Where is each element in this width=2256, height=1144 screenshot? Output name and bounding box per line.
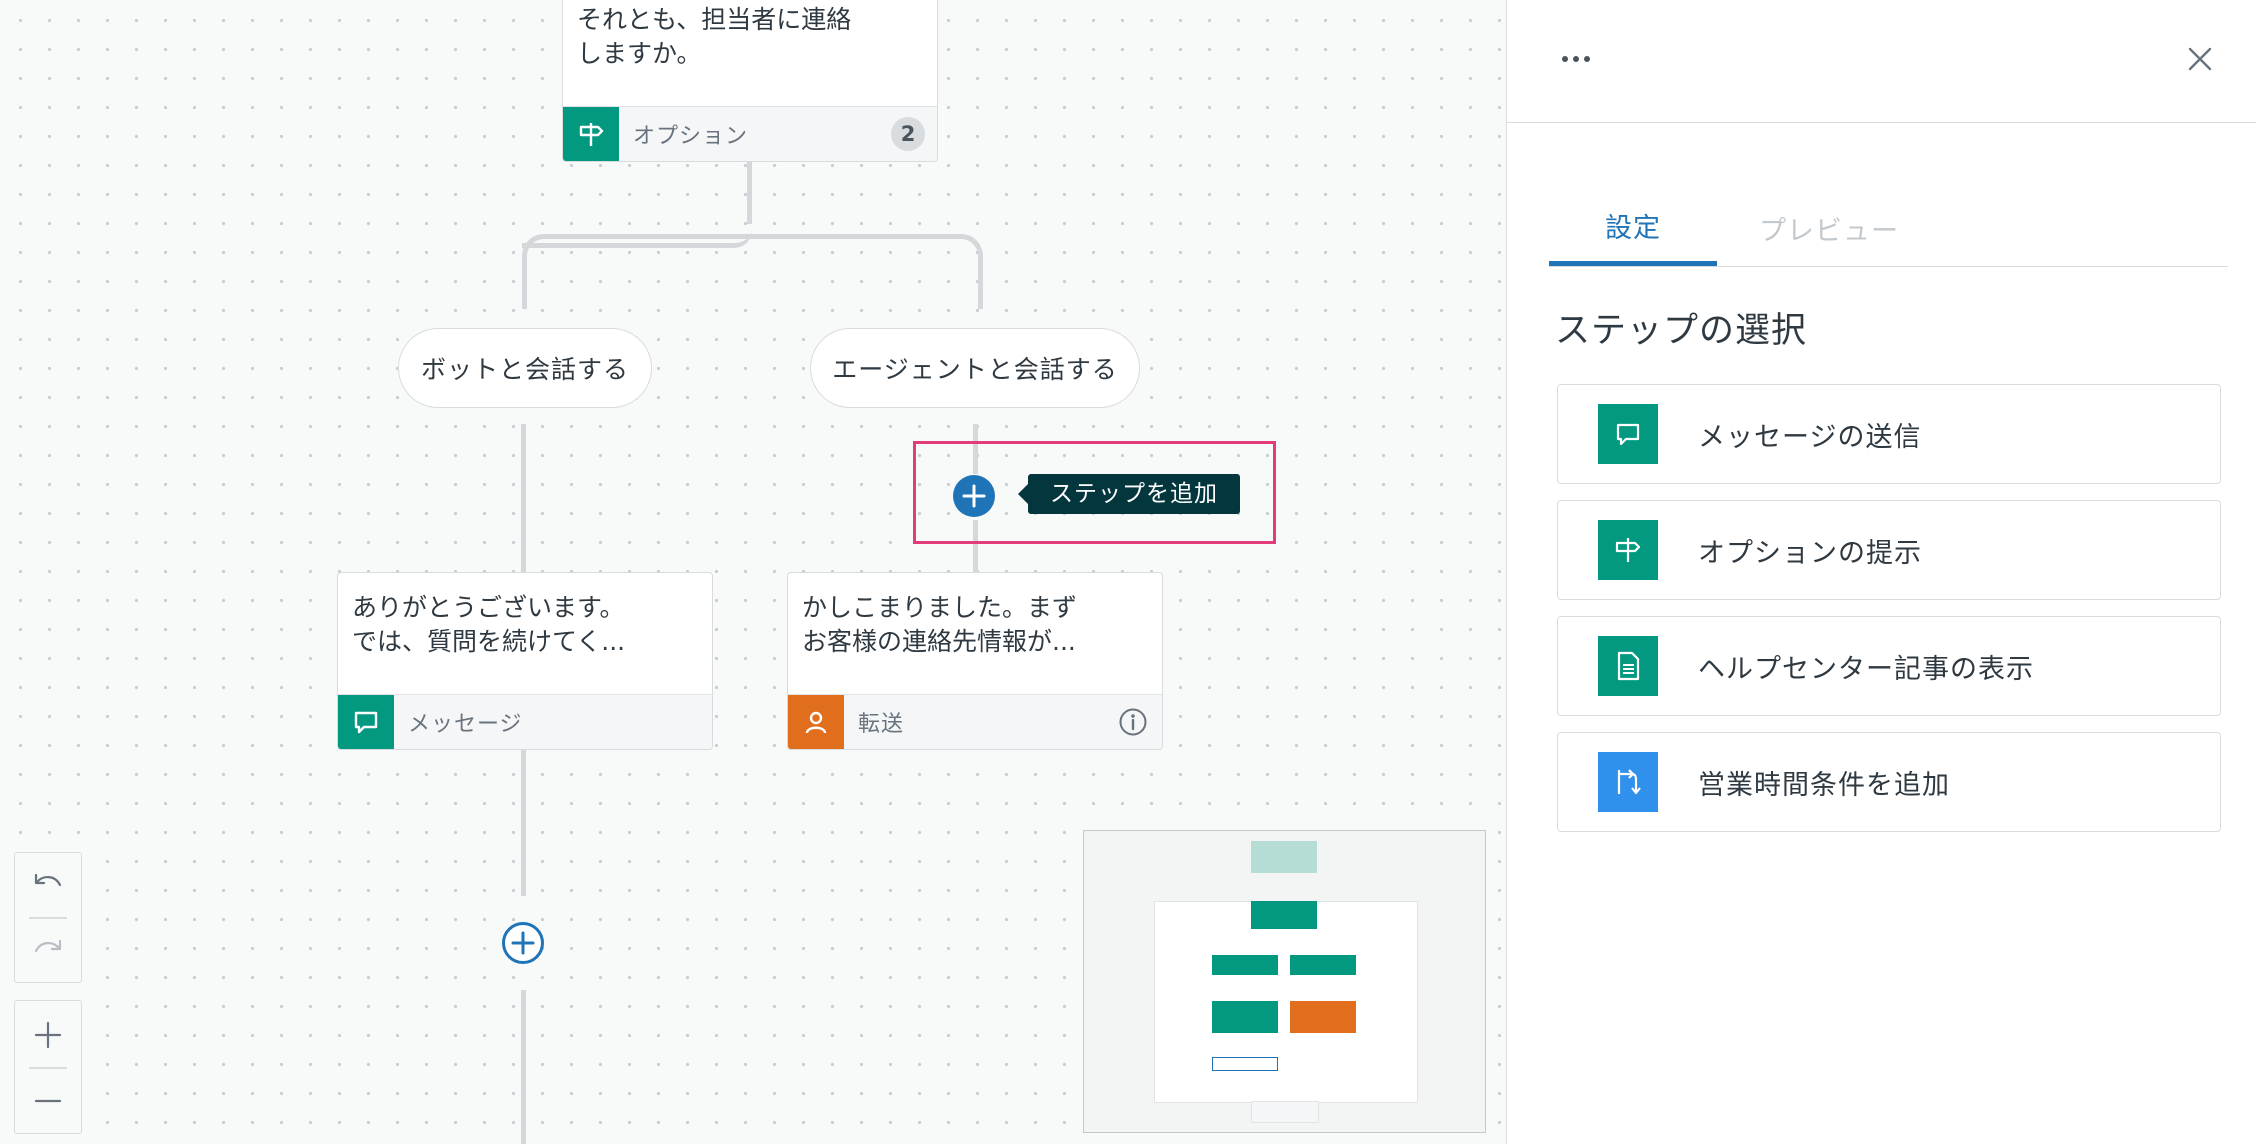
minimap-node bbox=[1212, 955, 1278, 975]
signpost-icon bbox=[1598, 520, 1658, 580]
minimap-node bbox=[1290, 955, 1356, 975]
side-panel: 設定 プレビュー ステップの選択 メッセージの送信 オプションの提示 ヘルプセン… bbox=[1506, 0, 2256, 1144]
minimap-node bbox=[1212, 1001, 1278, 1033]
panel-tabs: 設定 プレビュー bbox=[1549, 190, 2228, 267]
options-step-card[interactable]: それとも、担当者に連絡 しますか。 オプション 2 bbox=[562, 0, 938, 162]
branch-option-agent[interactable]: エージェントと会話する bbox=[810, 328, 1140, 408]
minimap-node bbox=[1290, 1001, 1356, 1033]
person-icon bbox=[788, 695, 844, 749]
signpost-icon bbox=[563, 107, 619, 161]
undo-icon bbox=[34, 873, 62, 887]
flow-canvas[interactable]: それとも、担当者に連絡 しますか。 オプション 2 ボットと会話する エージェン… bbox=[0, 0, 1506, 1144]
step-footer: オプション 2 bbox=[563, 106, 937, 161]
minus-icon bbox=[34, 1099, 62, 1103]
divider bbox=[29, 917, 67, 919]
add-step-tooltip: ステップを追加 bbox=[1018, 474, 1240, 514]
option-label: 営業時間条件を追加 bbox=[1698, 769, 1950, 801]
step-message-text: ありがとうございます。 では、質問を続けてく... bbox=[352, 593, 626, 656]
message-icon bbox=[1598, 404, 1658, 464]
option-business-hours[interactable]: 営業時間条件を追加 bbox=[1557, 732, 2221, 832]
message-step-card[interactable]: ありがとうございます。 では、質問を続けてく... メッセージ bbox=[337, 572, 713, 750]
divider bbox=[29, 1067, 67, 1069]
add-step-button-bottom[interactable] bbox=[502, 922, 544, 964]
redo-icon bbox=[34, 939, 62, 953]
step-message-text: それとも、担当者に連絡 しますか。 bbox=[577, 5, 852, 68]
plus-icon bbox=[962, 484, 986, 508]
plus-icon bbox=[511, 931, 535, 955]
section-title: ステップの選択 bbox=[1555, 311, 1808, 351]
step-type-label: オプション bbox=[633, 124, 749, 149]
connector bbox=[522, 234, 757, 309]
minimap-viewport bbox=[1154, 901, 1418, 1103]
option-label: オプションの提示 bbox=[1698, 537, 1922, 569]
more-icon[interactable] bbox=[1559, 48, 1593, 70]
panel-header bbox=[1507, 0, 2256, 123]
zoom-in-button[interactable] bbox=[15, 1009, 81, 1061]
transfer-step-card[interactable]: かしこまりました。まず お客様の連絡先情報が... 転送 bbox=[787, 572, 1163, 750]
connector bbox=[747, 160, 752, 224]
message-icon bbox=[338, 695, 394, 749]
connector bbox=[521, 424, 526, 574]
minimap-node bbox=[1251, 841, 1317, 873]
option-help-center-article[interactable]: ヘルプセンター記事の表示 bbox=[1557, 616, 2221, 716]
step-footer: 転送 bbox=[788, 694, 1162, 749]
step-type-label: 転送 bbox=[858, 712, 905, 737]
zoom-out-button[interactable] bbox=[15, 1075, 81, 1127]
tab-settings[interactable]: 設定 bbox=[1549, 190, 1717, 266]
history-controls bbox=[14, 852, 82, 983]
redo-button[interactable] bbox=[15, 925, 81, 977]
option-label: ヘルプセンター記事の表示 bbox=[1698, 653, 2034, 685]
add-step-button[interactable] bbox=[953, 475, 995, 517]
document-icon bbox=[1598, 636, 1658, 696]
info-icon[interactable] bbox=[1118, 707, 1148, 737]
step-message-text: かしこまりました。まず お客様の連絡先情報が... bbox=[802, 593, 1078, 656]
undo-button[interactable] bbox=[15, 859, 81, 911]
plus-icon bbox=[34, 1021, 62, 1049]
step-type-label: メッセージ bbox=[408, 712, 523, 737]
option-present-options[interactable]: オプションの提示 bbox=[1557, 500, 2221, 600]
step-footer: メッセージ bbox=[338, 694, 712, 749]
minimap[interactable] bbox=[1083, 830, 1486, 1133]
minimap-node bbox=[1251, 1101, 1319, 1123]
connector bbox=[747, 234, 983, 309]
connector bbox=[521, 750, 526, 896]
close-icon[interactable] bbox=[2185, 44, 2215, 74]
option-label: メッセージの送信 bbox=[1698, 421, 1922, 453]
connector bbox=[521, 990, 526, 1144]
tab-preview[interactable]: プレビュー bbox=[1749, 190, 1909, 266]
minimap-node bbox=[1212, 1057, 1278, 1071]
zoom-controls bbox=[14, 1000, 82, 1134]
branch-option-bot[interactable]: ボットと会話する bbox=[398, 328, 652, 408]
minimap-node bbox=[1251, 901, 1317, 929]
option-send-message[interactable]: メッセージの送信 bbox=[1557, 384, 2221, 484]
option-count-badge: 2 bbox=[891, 117, 925, 151]
branch-icon bbox=[1598, 752, 1658, 812]
